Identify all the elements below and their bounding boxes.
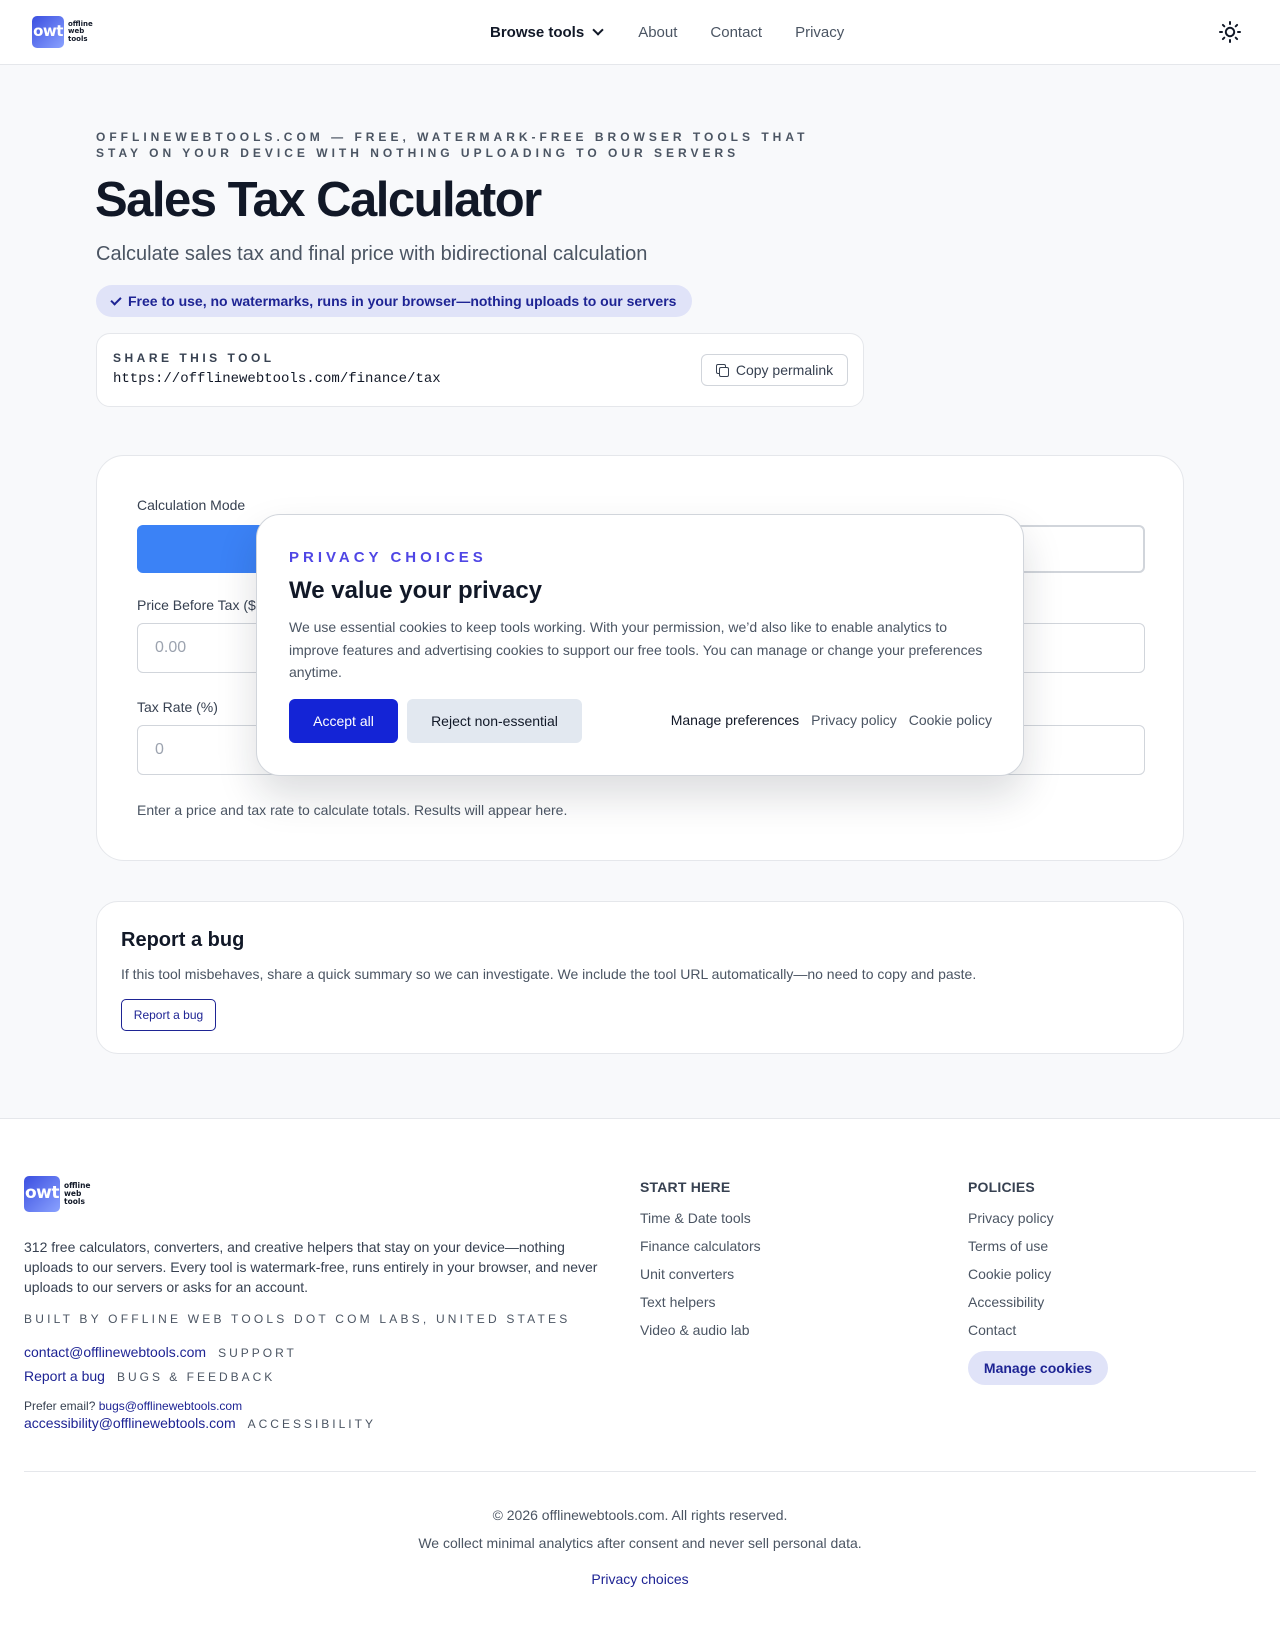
prefer-email-label: Prefer email? [24,1399,96,1413]
footer-link-privacy-policy[interactable]: Privacy policy [968,1204,1108,1232]
nav-privacy[interactable]: Privacy [795,24,844,41]
footer-support-line: contact@offlinewebtools.com SUPPORT [24,1344,297,1360]
start-here-heading: START HERE [640,1179,731,1195]
cookie-policy-link[interactable]: Cookie policy [909,712,992,728]
bug-report-title: Report a bug [121,929,245,951]
privacy-dialog-title: We value your privacy [289,577,543,604]
site-header: owt offline web tools Browse tools About… [0,0,1280,65]
share-url: https://offlinewebtools.com/finance/tax [113,371,441,387]
footer-link-contact[interactable]: Contact [968,1316,1108,1344]
footer-link-video-audio[interactable]: Video & audio lab [640,1316,761,1344]
logo-mark: owt [24,1176,60,1212]
sun-icon [1219,21,1241,43]
footer-description: 312 free calculators, converters, and cr… [24,1239,598,1295]
support-email-link[interactable]: contact@offlinewebtools.com [24,1344,206,1360]
policies-heading: POLICIES [968,1179,1035,1195]
accessibility-tag: ACCESSIBILITY [247,1417,376,1431]
chevron-down-icon [592,23,604,36]
free-badge: Free to use, no watermarks, runs in your… [96,285,693,317]
footer-link-time-date[interactable]: Time & Date tools [640,1204,761,1232]
privacy-dialog-body: We use essential cookies to keep tools w… [289,619,983,680]
privacy-dialog: PRIVACY CHOICES We value your privacy We… [256,514,1024,776]
free-badge-label: Free to use, no watermarks, runs in your… [128,293,677,309]
bug-report-card: Report a bug If this tool misbehaves, sh… [96,901,1184,1054]
bug-report-description: If this tool misbehaves, share a quick s… [121,966,977,982]
support-tag: SUPPORT [218,1346,297,1360]
footer-link-finance[interactable]: Finance calculators [640,1232,761,1260]
manage-cookies-button[interactable]: Manage cookies [968,1351,1108,1385]
logo-word: tools [68,34,88,43]
footer-bug-line: Report a bug BUGS & FEEDBACK [24,1368,275,1384]
nav-browse-tools[interactable]: Browse tools [490,23,604,41]
price-placeholder: 0.00 [155,639,187,656]
footer-divider [24,1471,1256,1472]
site-logo[interactable]: owt offline web tools [32,16,93,48]
page-title: Sales Tax Calculator [95,173,542,227]
bugs-feedback-tag: BUGS & FEEDBACK [116,1370,276,1384]
calculation-mode-label: Calculation Mode [137,497,246,513]
footer-logo[interactable]: owt offline web tools [24,1176,91,1212]
report-bug-button[interactable]: Report a bug [121,999,216,1031]
privacy-dialog-links: Manage preferences Privacy policy Cookie… [671,712,992,728]
footer-policies: POLICIES Privacy policy Terms of use Coo… [968,1179,1108,1385]
accessibility-email-link[interactable]: accessibility@offlinewebtools.com [24,1415,236,1431]
privacy-choices-link: Privacy choices [0,1571,1280,1587]
manage-preferences-link[interactable]: Manage preferences [671,712,799,728]
footer-link-accessibility[interactable]: Accessibility [968,1288,1108,1316]
logo-wordmark: offline web tools [68,20,93,44]
reject-non-essential-button[interactable]: Reject non-essential [407,699,582,743]
logo-word: tools [64,1197,85,1206]
copy-permalink-button[interactable]: Copy permalink [701,354,848,386]
footer-accessibility-line: accessibility@offlinewebtools.com ACCESS… [24,1415,376,1431]
share-panel: SHARE THIS TOOL https://offlinewebtools.… [96,333,864,407]
footer-prefer-email: Prefer email? bugs@offlinewebtools.com [24,1399,242,1413]
footer-link-terms[interactable]: Terms of use [968,1232,1108,1260]
privacy-choices-label[interactable]: Privacy choices [591,1571,688,1587]
logo-wordmark: offline web tools [64,1182,91,1206]
privacy-dialog-eyebrow: PRIVACY CHOICES [289,549,487,566]
copy-permalink-label: Copy permalink [735,362,834,378]
nav-contact[interactable]: Contact [710,24,762,41]
tax-rate-label: Tax Rate (%) [137,699,218,715]
share-label: SHARE THIS TOOL [113,351,275,365]
footer-report-bug-link[interactable]: Report a bug [24,1368,105,1384]
page-subtitle: Calculate sales tax and final price with… [96,243,648,265]
bugs-email-link[interactable]: bugs@offlinewebtools.com [99,1399,242,1413]
copy-icon [715,364,729,377]
nav-about[interactable]: About [638,24,677,41]
footer-link-cookie-policy[interactable]: Cookie policy [968,1260,1108,1288]
footer-start-here: START HERE Time & Date tools Finance cal… [640,1179,761,1344]
footer-link-text-helpers[interactable]: Text helpers [640,1288,761,1316]
theme-toggle-button[interactable] [1218,20,1242,44]
site-footer: owt offline web tools 312 free calculato… [0,1118,1280,1644]
accept-all-button[interactable]: Accept all [289,699,398,743]
site-tagline: OFFLINEWEBTOOLS.COM — FREE, WATERMARK-FR… [96,130,809,160]
analytics-note: We collect minimal analytics after conse… [418,1535,862,1551]
footer-link-unit-converters[interactable]: Unit converters [640,1260,761,1288]
results-hint: Enter a price and tax rate to calculate … [137,802,568,818]
check-icon [110,293,122,306]
copyright: © 2026 offlinewebtools.com. All rights r… [492,1507,788,1523]
footer-built-by: BUILT BY OFFLINE WEB TOOLS DOT COM LABS,… [24,1312,571,1326]
logo-mark: owt [32,16,64,48]
privacy-policy-link[interactable]: Privacy policy [811,712,897,728]
price-before-tax-label: Price Before Tax ($ [137,597,256,613]
main-nav: Browse tools About Contact Privacy [490,0,877,64]
tax-rate-placeholder: 0 [155,741,164,758]
nav-browse-label: Browse tools [490,23,585,41]
